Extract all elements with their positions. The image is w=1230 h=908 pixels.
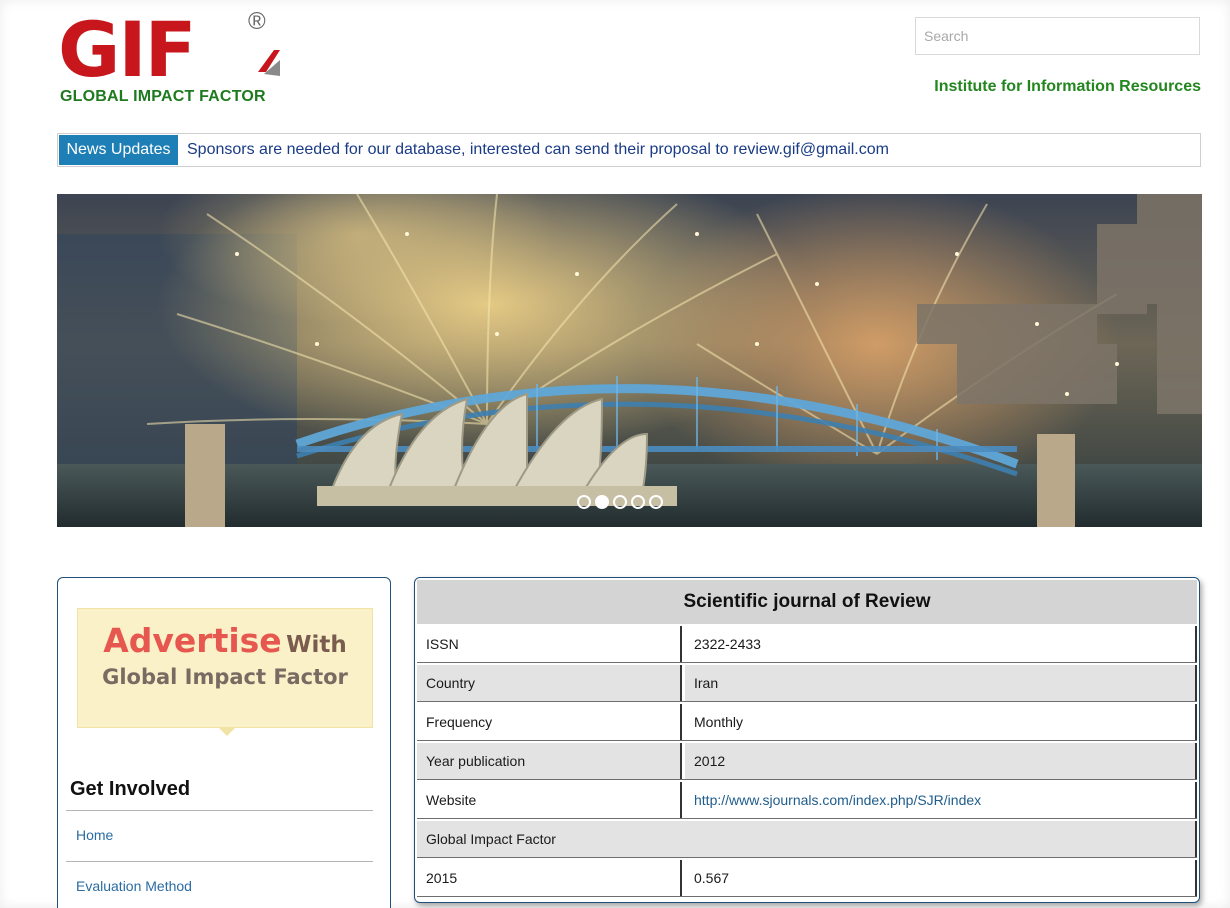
- slider-dot[interactable]: [613, 495, 627, 509]
- ad-word-with: With: [286, 632, 347, 658]
- sidebar-link-evaluation-method[interactable]: Evaluation Method: [76, 878, 192, 894]
- row-value: http://www.sjournals.com/index.php/SJR/i…: [685, 782, 1197, 818]
- news-text[interactable]: Sponsors are needed for our database, in…: [187, 135, 889, 165]
- row-label: ISSN: [417, 626, 682, 662]
- table-row: Year publication 2012: [417, 743, 1197, 780]
- website-link[interactable]: http://www.sjournals.com/index.php/SJR/i…: [694, 792, 981, 808]
- table-row: ISSN 2322-2433: [417, 626, 1197, 663]
- journal-title: Scientific journal of Review: [417, 580, 1197, 624]
- row-label: 2015: [417, 860, 682, 896]
- slider-dot[interactable]: [631, 495, 645, 509]
- section-label: Global Impact Factor: [417, 821, 1197, 857]
- slider-dot[interactable]: [649, 495, 663, 509]
- get-involved-title: Get Involved: [70, 778, 191, 800]
- advertise-banner[interactable]: Advertise With Global Impact Factor: [77, 608, 373, 736]
- logo-mark: GIF: [58, 5, 197, 94]
- row-value: 0.567: [685, 860, 1197, 896]
- row-value: 2322-2433: [685, 626, 1197, 662]
- table-row: Website http://www.sjournals.com/index.p…: [417, 782, 1197, 819]
- row-value: 2012: [685, 743, 1197, 779]
- banner-slideshow[interactable]: [57, 194, 1202, 527]
- row-label: Frequency: [417, 704, 682, 740]
- slider-dot[interactable]: [577, 495, 591, 509]
- row-value: Iran: [685, 665, 1197, 701]
- news-label: News Updates: [59, 135, 178, 165]
- sidebar-link-home[interactable]: Home: [76, 827, 113, 843]
- divider: [66, 861, 373, 862]
- site-logo[interactable]: GIF ® GLOBAL IMPACT FACTOR: [58, 10, 358, 110]
- ad-word-advertise: Advertise: [103, 621, 282, 660]
- row-label: Website: [417, 782, 682, 818]
- logo-arrow-icon: [258, 50, 280, 76]
- journal-panel: Scientific journal of Review ISSN 2322-2…: [414, 577, 1200, 903]
- institute-name: Institute for Information Resources: [934, 78, 1201, 95]
- table-row-section: Global Impact Factor: [417, 821, 1197, 858]
- news-ticker: News Updates Sponsors are needed for our…: [57, 133, 1201, 167]
- logo-tagline: GLOBAL IMPACT FACTOR: [60, 88, 266, 105]
- banner-image: [57, 194, 1202, 527]
- sidebar: Advertise With Global Impact Factor Get …: [57, 577, 391, 908]
- table-row: 2015 0.567: [417, 860, 1197, 897]
- table-row: Frequency Monthly: [417, 704, 1197, 741]
- slider-dot[interactable]: [595, 495, 609, 509]
- page: GIF ® GLOBAL IMPACT FACTOR Institute for…: [0, 0, 1230, 908]
- ad-line2: Global Impact Factor: [102, 665, 348, 689]
- slider-dots: [577, 495, 663, 509]
- search-input[interactable]: [915, 17, 1200, 55]
- row-label: Year publication: [417, 743, 682, 779]
- divider: [66, 810, 373, 811]
- row-value: Monthly: [685, 704, 1197, 740]
- registered-mark: ®: [248, 8, 266, 35]
- table-row: Country Iran: [417, 665, 1197, 702]
- row-label: Country: [417, 665, 682, 701]
